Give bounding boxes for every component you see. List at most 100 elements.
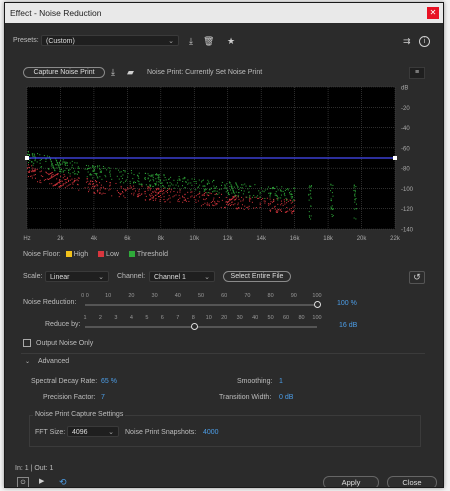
threshold-point bbox=[93, 166, 95, 168]
threshold-point bbox=[355, 208, 357, 210]
threshold-point bbox=[127, 173, 129, 175]
low-point bbox=[175, 194, 177, 196]
play-icon[interactable]: ▶ bbox=[39, 477, 44, 487]
apply-button[interactable]: Apply bbox=[323, 476, 379, 487]
low-point bbox=[73, 181, 75, 183]
threshold-point bbox=[109, 173, 111, 175]
fft-size-dropdown[interactable]: 4096 ⌄ bbox=[67, 426, 119, 437]
threshold-point bbox=[231, 185, 233, 187]
low-point bbox=[212, 200, 214, 202]
threshold-point bbox=[308, 216, 310, 218]
noise-reduction-value[interactable]: 100 % bbox=[337, 300, 357, 307]
open-folder-icon[interactable]: ▰ bbox=[127, 67, 134, 77]
threshold-point bbox=[65, 161, 67, 163]
favorite-star-icon[interactable]: ★ bbox=[227, 36, 235, 46]
low-point bbox=[40, 182, 42, 184]
threshold-point bbox=[283, 193, 285, 195]
routing-icon[interactable]: ⇉ bbox=[403, 36, 411, 46]
channel-dropdown[interactable]: Channel 1 ⌄ bbox=[149, 271, 215, 282]
menu-icon[interactable]: ≡ bbox=[409, 67, 425, 79]
low-point bbox=[286, 211, 288, 213]
reduce-by-thumb[interactable] bbox=[190, 323, 198, 330]
threshold-point bbox=[213, 185, 215, 187]
threshold-point bbox=[93, 168, 95, 170]
loop-icon[interactable]: ⟲ bbox=[59, 477, 67, 487]
threshold-point bbox=[158, 181, 160, 183]
low-point bbox=[50, 177, 52, 179]
low-point bbox=[167, 192, 169, 194]
low-point bbox=[101, 193, 103, 195]
threshold-handle-right[interactable] bbox=[393, 156, 397, 160]
threshold-point bbox=[150, 185, 152, 187]
snapshots-value[interactable]: 4000 bbox=[203, 429, 219, 436]
info-icon[interactable]: i bbox=[419, 36, 430, 47]
power-icon[interactable]: ⏻ bbox=[17, 477, 29, 487]
low-point bbox=[47, 173, 49, 175]
reduce-by-value[interactable]: 16 dB bbox=[339, 322, 357, 329]
low-point bbox=[39, 179, 41, 181]
low-point bbox=[33, 174, 35, 176]
close-button[interactable]: Close bbox=[387, 476, 437, 487]
low-point bbox=[150, 195, 152, 197]
delete-preset-icon[interactable]: 🗑 bbox=[203, 36, 214, 46]
output-noise-only-checkbox[interactable] bbox=[23, 339, 31, 347]
threshold-point bbox=[331, 192, 333, 194]
scale-dropdown[interactable]: Linear ⌄ bbox=[45, 271, 109, 282]
noise-spectrum-graph[interactable]: dB -20 -40 -60 -80 -100 -120 -140 Hz 2k 4k 6k 8k 10k… bbox=[21, 85, 421, 245]
low-point bbox=[229, 203, 231, 205]
reset-icon[interactable]: ↺ bbox=[409, 271, 425, 284]
low-point bbox=[250, 198, 252, 200]
threshold-point bbox=[184, 181, 186, 183]
threshold-point bbox=[218, 192, 220, 194]
threshold-point bbox=[293, 187, 295, 189]
download-preset-icon[interactable]: ⤓ bbox=[189, 36, 193, 46]
transition-width-value[interactable]: 0 dB bbox=[279, 394, 293, 401]
low-point bbox=[155, 199, 157, 201]
threshold-handle-left[interactable] bbox=[25, 156, 29, 160]
threshold-point bbox=[61, 168, 63, 170]
x-tick-label: 2k bbox=[57, 236, 64, 242]
low-point bbox=[53, 184, 55, 186]
threshold-point bbox=[75, 173, 77, 175]
threshold-point bbox=[210, 188, 212, 190]
reduce-by-track[interactable] bbox=[85, 326, 317, 328]
low-point bbox=[76, 183, 78, 185]
low-point bbox=[253, 207, 255, 209]
low-point bbox=[138, 194, 140, 196]
select-entire-file-button[interactable]: Select Entire File bbox=[223, 271, 291, 282]
low-point bbox=[34, 168, 36, 170]
threshold-point bbox=[260, 187, 262, 189]
threshold-point bbox=[331, 205, 333, 207]
low-point bbox=[238, 198, 240, 200]
threshold-point bbox=[179, 179, 181, 181]
threshold-point bbox=[124, 171, 126, 173]
low-point bbox=[169, 201, 171, 203]
capture-noise-print-button[interactable]: Capture Noise Print bbox=[23, 67, 105, 78]
threshold-point bbox=[163, 174, 165, 176]
smoothing-value[interactable]: 1 bbox=[279, 378, 283, 385]
threshold-point bbox=[287, 189, 289, 191]
low-point bbox=[64, 187, 66, 189]
threshold-point bbox=[267, 186, 269, 188]
precision-factor-value[interactable]: 7 bbox=[101, 394, 105, 401]
threshold-point bbox=[52, 165, 54, 167]
noise-reduction-thumb[interactable] bbox=[313, 301, 321, 308]
noise-reduction-track[interactable] bbox=[85, 304, 317, 306]
slider-tick-label: 30 bbox=[236, 315, 243, 321]
threshold-point bbox=[249, 185, 251, 187]
threshold-point bbox=[138, 172, 140, 174]
low-point bbox=[227, 202, 229, 204]
threshold-point bbox=[64, 164, 66, 166]
advanced-label[interactable]: Advanced bbox=[38, 358, 69, 365]
presets-dropdown[interactable]: (Custom) ⌄ bbox=[41, 35, 179, 46]
low-point bbox=[218, 196, 220, 198]
threshold-point bbox=[159, 181, 161, 183]
transition-width-label: Transition Width: bbox=[219, 394, 272, 401]
spectral-decay-value[interactable]: 65 % bbox=[101, 378, 117, 385]
save-noise-print-icon[interactable]: ⤓ bbox=[111, 67, 115, 77]
threshold-point bbox=[120, 175, 122, 177]
threshold-point bbox=[294, 187, 296, 189]
close-window-icon[interactable]: ✕ bbox=[427, 7, 439, 19]
advanced-toggle-icon[interactable]: ⌄ bbox=[25, 358, 30, 365]
threshold-point bbox=[227, 190, 229, 192]
